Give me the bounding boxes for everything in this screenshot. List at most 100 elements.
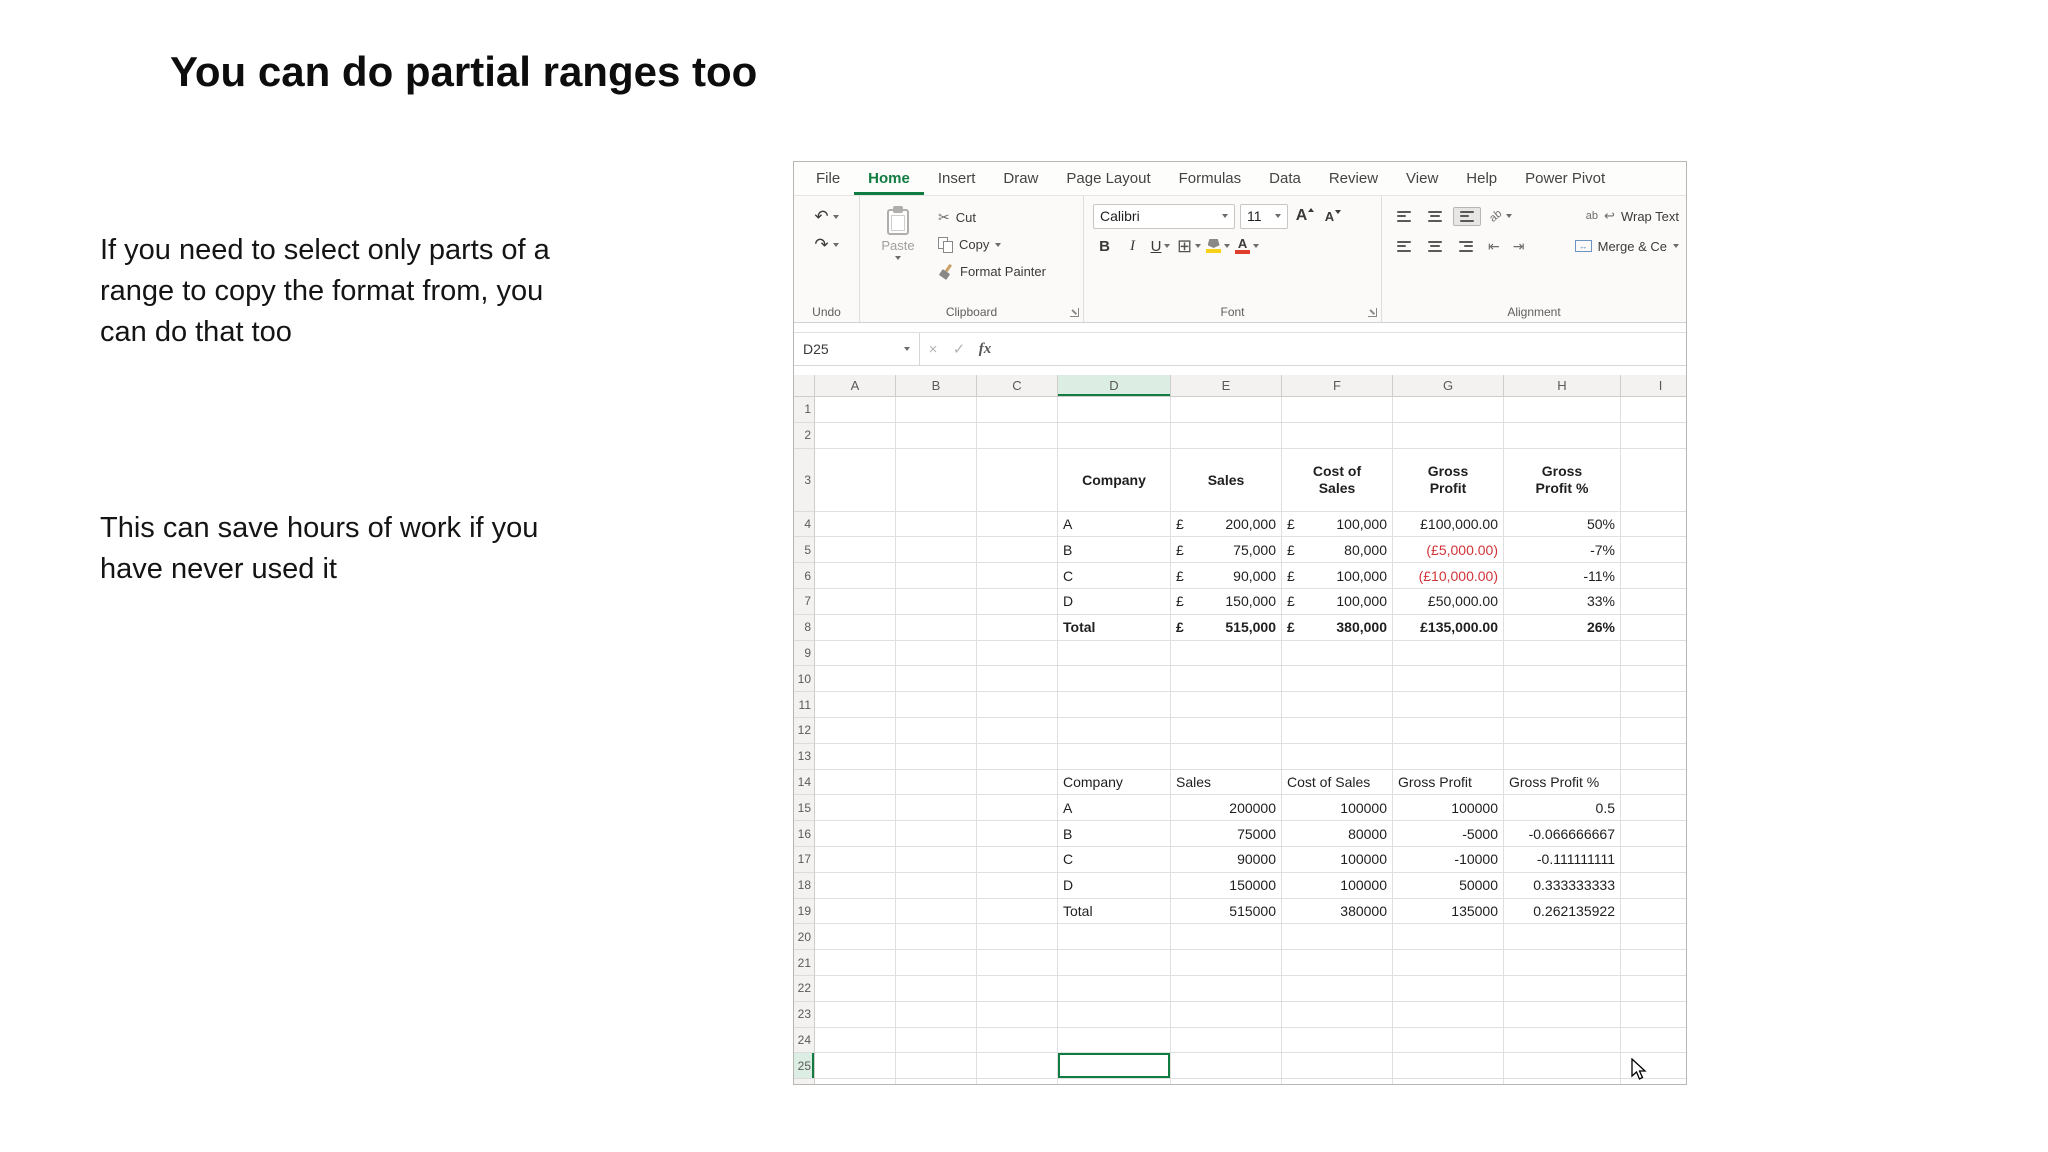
cell-F3[interactable]: Cost of Sales [1282, 448, 1393, 512]
ribbon-tab-insert[interactable]: Insert [924, 162, 990, 195]
cell-B14[interactable] [896, 769, 977, 796]
cell-G6[interactable]: (£10,000.00) [1393, 563, 1504, 589]
cell-D1[interactable] [1058, 397, 1171, 423]
font-size-combo[interactable]: 11 [1240, 203, 1288, 229]
enter-icon[interactable]: ✓ [946, 340, 972, 358]
cell-E15[interactable]: 200000 [1171, 795, 1282, 822]
cell-I6[interactable] [1621, 563, 1686, 589]
cell-E2[interactable] [1171, 422, 1282, 449]
cell-I3[interactable] [1621, 449, 1686, 512]
formula-input[interactable] [998, 333, 1686, 365]
cell-D4[interactable]: A [1058, 511, 1171, 538]
cell-H1[interactable] [1504, 397, 1621, 423]
cell-E1[interactable] [1171, 397, 1282, 423]
row-header-12[interactable]: 12 [794, 717, 815, 744]
cell-G9[interactable] [1393, 640, 1504, 667]
align-left-button[interactable] [1391, 238, 1417, 255]
cell-F16[interactable]: 80000 [1282, 821, 1393, 847]
cell-A6[interactable] [815, 563, 896, 589]
decrease-font-size-button[interactable]: A [1321, 204, 1344, 229]
bold-button[interactable]: B [1093, 234, 1116, 259]
cell-G11[interactable] [1393, 692, 1504, 718]
cell-A20[interactable] [815, 924, 896, 951]
cell-A24[interactable] [815, 1027, 896, 1054]
cell-A13[interactable] [815, 743, 896, 770]
row-header-3[interactable]: 3 [794, 448, 815, 512]
cell-A11[interactable] [815, 692, 896, 718]
cell-B10[interactable] [896, 666, 977, 693]
cell-A1[interactable] [815, 397, 896, 423]
cell-B20[interactable] [896, 924, 977, 951]
cell-H13[interactable] [1504, 743, 1621, 770]
cell-D10[interactable] [1058, 666, 1171, 693]
wrap-text-button[interactable]: ab ↩ Wrap Text [1586, 208, 1681, 224]
cell-F10[interactable] [1282, 666, 1393, 693]
cell-F11[interactable] [1282, 692, 1393, 718]
row-header-17[interactable]: 17 [794, 846, 815, 873]
cell-F18[interactable]: 100000 [1282, 872, 1393, 899]
insert-function-icon[interactable]: fx [972, 341, 998, 358]
cell-D19[interactable]: Total [1058, 898, 1171, 925]
cell-F7[interactable]: £100,000 [1282, 588, 1393, 615]
cell-H16[interactable]: -0.066666667 [1504, 821, 1621, 847]
cell-B26[interactable] [896, 1079, 977, 1084]
cell-C26[interactable] [977, 1079, 1058, 1084]
cell-E23[interactable] [1171, 1001, 1282, 1028]
cell-D6[interactable]: C [1058, 563, 1171, 589]
cell-H25[interactable] [1504, 1053, 1621, 1080]
cell-C14[interactable] [977, 769, 1058, 796]
borders-button[interactable]: ⊞ [1177, 234, 1202, 259]
cell-D16[interactable]: B [1058, 821, 1171, 847]
column-header-F[interactable]: F [1282, 375, 1393, 397]
fill-color-button[interactable] [1206, 234, 1231, 259]
cell-F20[interactable] [1282, 924, 1393, 951]
cell-B1[interactable] [896, 397, 977, 423]
cell-G22[interactable] [1393, 975, 1504, 1002]
cell-C7[interactable] [977, 588, 1058, 615]
increase-indent-button[interactable]: ⇥ [1509, 237, 1529, 255]
cell-D13[interactable] [1058, 743, 1171, 770]
cell-B22[interactable] [896, 975, 977, 1002]
cell-D17[interactable]: C [1058, 846, 1171, 873]
cell-C12[interactable] [977, 717, 1058, 744]
cell-D9[interactable] [1058, 640, 1171, 667]
cell-I19[interactable] [1621, 899, 1686, 925]
cell-H11[interactable] [1504, 692, 1621, 718]
cell-H8[interactable]: 26% [1504, 614, 1621, 641]
cell-D20[interactable] [1058, 924, 1171, 951]
cell-B21[interactable] [896, 950, 977, 976]
cell-H14[interactable]: Gross Profit % [1504, 769, 1621, 796]
cell-E17[interactable]: 90000 [1171, 846, 1282, 873]
cell-B6[interactable] [896, 563, 977, 589]
cell-G10[interactable] [1393, 666, 1504, 693]
cell-A15[interactable] [815, 795, 896, 822]
row-header-4[interactable]: 4 [794, 511, 815, 538]
row-header-8[interactable]: 8 [794, 614, 815, 641]
cell-A18[interactable] [815, 872, 896, 899]
cell-G14[interactable]: Gross Profit [1393, 769, 1504, 796]
format-painter-button[interactable]: Format Painter [935, 259, 1049, 284]
cell-G24[interactable] [1393, 1027, 1504, 1054]
column-header-G[interactable]: G [1393, 375, 1504, 397]
cell-B17[interactable] [896, 846, 977, 873]
cell-H9[interactable] [1504, 640, 1621, 667]
cell-A16[interactable] [815, 821, 896, 847]
cell-H12[interactable] [1504, 717, 1621, 744]
cell-I1[interactable] [1621, 397, 1686, 423]
cell-B3[interactable] [896, 448, 977, 512]
cell-E6[interactable]: £90,000 [1171, 563, 1282, 589]
cell-A19[interactable] [815, 898, 896, 925]
cell-G5[interactable]: (£5,000.00) [1393, 537, 1504, 564]
cell-A25[interactable] [815, 1053, 896, 1080]
copy-button[interactable]: Copy [935, 232, 1049, 257]
cell-E7[interactable]: £150,000 [1171, 588, 1282, 615]
ribbon-tab-view[interactable]: View [1392, 162, 1452, 195]
cell-F17[interactable]: 100000 [1282, 846, 1393, 873]
cell-H23[interactable] [1504, 1001, 1621, 1028]
cell-C21[interactable] [977, 950, 1058, 976]
cell-C2[interactable] [977, 422, 1058, 449]
ribbon-tab-page-layout[interactable]: Page Layout [1052, 162, 1164, 195]
cell-E21[interactable] [1171, 950, 1282, 976]
bottom-align-button[interactable] [1453, 206, 1481, 226]
row-header-2[interactable]: 2 [794, 422, 815, 449]
